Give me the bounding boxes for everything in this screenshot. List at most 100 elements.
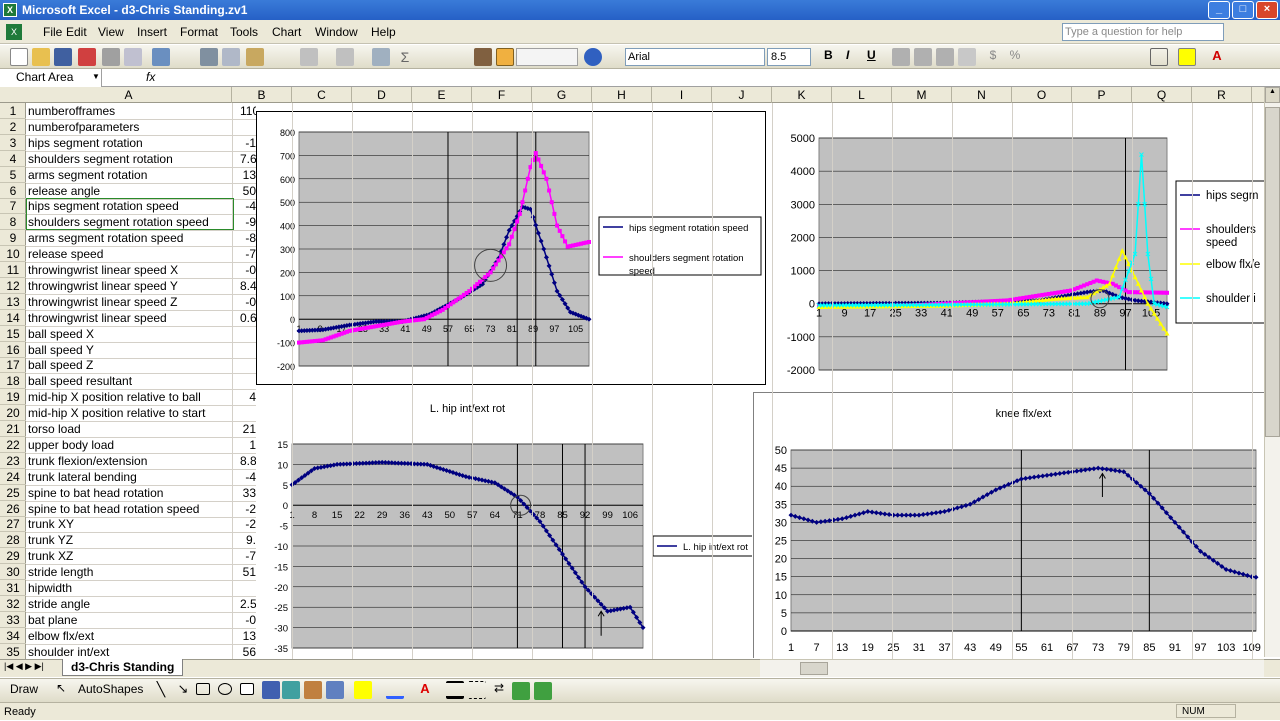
row-header-12[interactable]: 12 <box>0 278 26 294</box>
italic-button[interactable]: I <box>846 48 849 62</box>
cell-a23[interactable]: trunk flexion/extension <box>28 453 232 469</box>
select-objects-icon[interactable]: ↖ <box>52 681 70 699</box>
column-header-b[interactable]: B <box>232 87 292 103</box>
column-header-j[interactable]: J <box>712 87 772 103</box>
cell-b23[interactable]: 8.8 <box>240 453 256 469</box>
cell-b14[interactable]: 0.6 <box>240 310 256 326</box>
scroll-thumb[interactable] <box>1265 107 1280 437</box>
oval-icon[interactable] <box>218 683 232 695</box>
cell-a3[interactable]: hips segment rotation <box>28 135 232 151</box>
cell-b9[interactable]: -8 <box>240 230 256 246</box>
row-header-35[interactable]: 35 <box>0 644 26 660</box>
cell-b34[interactable]: 13 <box>240 628 256 644</box>
save-icon[interactable] <box>54 48 72 66</box>
clipart-icon[interactable] <box>304 681 322 699</box>
row-header-23[interactable]: 23 <box>0 453 26 469</box>
tab-scroll-first-icon[interactable]: |◀ ◀ ▶ ▶| <box>4 661 44 672</box>
menu-edit[interactable]: Edit <box>66 25 87 39</box>
wordart-icon[interactable] <box>262 681 280 699</box>
cell-b28[interactable]: 9. <box>240 532 256 548</box>
shadow-icon[interactable] <box>512 682 530 700</box>
row-header-15[interactable]: 15 <box>0 326 26 342</box>
cell-b19[interactable]: 4 <box>240 389 256 405</box>
open-icon[interactable] <box>32 48 50 66</box>
cell-b11[interactable]: -0 <box>240 262 256 278</box>
cell-a17[interactable]: ball speed Z <box>28 357 232 373</box>
line-color-icon[interactable] <box>386 681 404 699</box>
cell-b24[interactable]: -4 <box>240 469 256 485</box>
cell-a10[interactable]: release speed <box>28 246 232 262</box>
align-left-icon[interactable] <box>892 48 910 66</box>
cell-b15[interactable] <box>240 326 256 342</box>
row-header-32[interactable]: 32 <box>0 596 26 612</box>
chart-knee[interactable]: knee flx/ext 50 45 40 35 30 25 20 15 10 5 0 1 7 13 19 25… <box>753 392 1264 658</box>
draw-font-color-icon[interactable]: A <box>416 681 434 699</box>
column-header-d[interactable]: D <box>352 87 412 103</box>
cell-b21[interactable]: 21 <box>240 421 256 437</box>
autosum-icon[interactable]: Σ <box>396 48 414 66</box>
cell-a6[interactable]: release angle <box>28 183 232 199</box>
cell-b22[interactable]: 1 <box>240 437 256 453</box>
ask-question-box[interactable]: Type a question for help <box>1062 23 1224 41</box>
horizontal-scrollbar[interactable] <box>760 659 1264 677</box>
cell-a19[interactable]: mid-hip X position relative to ball <box>28 389 232 405</box>
cell-a35[interactable]: shoulder int/ext <box>28 644 232 660</box>
row-header-20[interactable]: 20 <box>0 405 26 422</box>
align-right-icon[interactable] <box>936 48 954 66</box>
row-header-18[interactable]: 18 <box>0 373 26 390</box>
chart-hips-shoulders-speed[interactable]: 8007006005004003002001000-100-2001917253… <box>256 111 766 385</box>
row-header-27[interactable]: 27 <box>0 516 26 533</box>
row-header-21[interactable]: 21 <box>0 421 26 437</box>
row-header-2[interactable]: 2 <box>0 119 26 135</box>
currency-icon[interactable]: $ <box>984 48 1002 66</box>
row-header-9[interactable]: 9 <box>0 230 26 247</box>
column-header-g[interactable]: G <box>532 87 592 103</box>
column-header-q[interactable]: Q <box>1132 87 1192 103</box>
vertical-scrollbar[interactable]: ▲ <box>1264 87 1280 657</box>
column-header-e[interactable]: E <box>412 87 472 103</box>
help-icon[interactable] <box>584 48 602 66</box>
picture-icon[interactable] <box>326 681 344 699</box>
row-header-17[interactable]: 17 <box>0 357 26 374</box>
row-header-31[interactable]: 31 <box>0 580 26 596</box>
cell-a4[interactable]: shoulders segment rotation <box>28 151 232 167</box>
cell-b5[interactable]: 13 <box>240 167 256 183</box>
zoom-select[interactable] <box>516 48 578 66</box>
cell-a7[interactable]: hips segment rotation speed <box>28 198 232 214</box>
row-header-14[interactable]: 14 <box>0 310 26 326</box>
spelling-icon[interactable] <box>152 48 170 66</box>
diagram-icon[interactable] <box>282 681 300 699</box>
cell-b32[interactable]: 2.5 <box>240 596 256 612</box>
cell-b20[interactable] <box>240 405 256 421</box>
row-header-3[interactable]: 3 <box>0 135 26 151</box>
cell-a20[interactable]: mid-hip X position relative to start <box>28 405 232 421</box>
menu-help[interactable]: Help <box>371 25 396 39</box>
row-header-26[interactable]: 26 <box>0 501 26 517</box>
paste-icon[interactable] <box>246 48 264 66</box>
cell-b6[interactable]: 50 <box>240 183 256 199</box>
cell-a9[interactable]: arms segment rotation speed <box>28 230 232 246</box>
cell-b17[interactable] <box>240 357 256 373</box>
autoshapes-menu[interactable]: AutoShapes <box>78 682 143 696</box>
row-header-33[interactable]: 33 <box>0 612 26 628</box>
column-header-l[interactable]: L <box>832 87 892 103</box>
cell-a24[interactable]: trunk lateral bending <box>28 469 232 485</box>
chart-hip-rotation[interactable]: L. hip int/ext rot 15 10 5 0 -5 -10 -15 -20 -25 -3… <box>256 392 752 658</box>
scroll-up-icon[interactable]: ▲ <box>1265 87 1280 103</box>
column-header-m[interactable]: M <box>892 87 952 103</box>
hyperlink-icon[interactable] <box>372 48 390 66</box>
row-header-10[interactable]: 10 <box>0 246 26 263</box>
cell-b29[interactable]: -7 <box>240 548 256 564</box>
menu-chart[interactable]: Chart <box>272 25 301 39</box>
cell-a22[interactable]: upper body load <box>28 437 232 453</box>
bold-button[interactable]: B <box>824 48 833 62</box>
cell-a21[interactable]: torso load <box>28 421 232 437</box>
align-center-icon[interactable] <box>914 48 932 66</box>
cell-b26[interactable]: -2 <box>240 501 256 517</box>
function-icon[interactable]: fx <box>146 70 155 84</box>
line-style-icon[interactable] <box>446 681 464 699</box>
row-header-16[interactable]: 16 <box>0 342 26 358</box>
cell-b10[interactable]: -7 <box>240 246 256 262</box>
copy-icon[interactable] <box>222 48 240 66</box>
cell-a13[interactable]: throwingwrist linear speed Z <box>28 294 232 310</box>
